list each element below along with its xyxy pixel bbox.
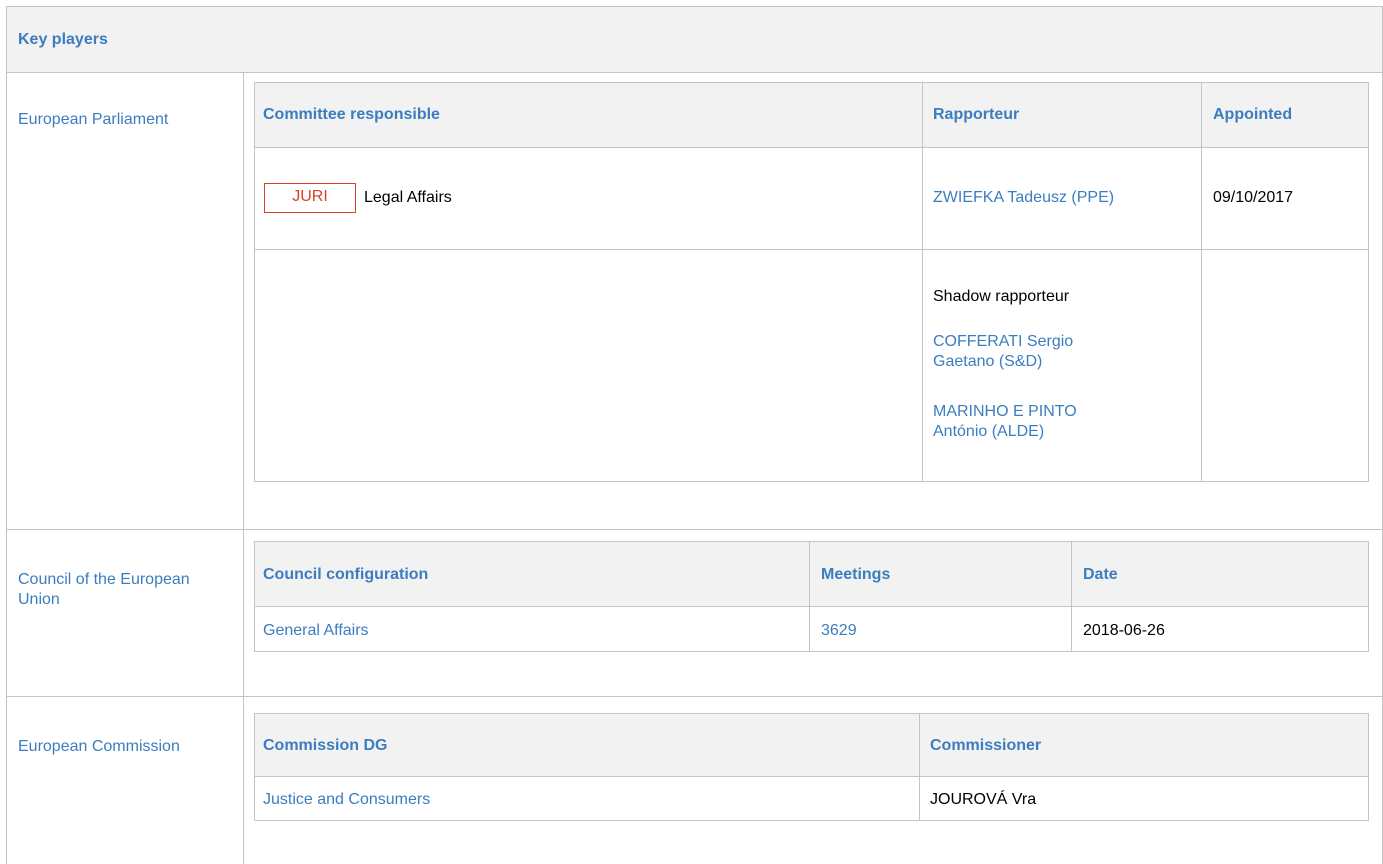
column-header-appointed: Appointed: [1213, 106, 1293, 123]
commission-table-header: [255, 714, 1368, 776]
committee-name: Legal Affairs: [364, 189, 452, 206]
column-header-commissioner: Commissioner: [930, 737, 1042, 754]
column-header-meetings: Meetings: [821, 566, 891, 583]
table-column-divider: [922, 82, 923, 482]
commission-dg-link[interactable]: Justice and Consumers: [263, 791, 430, 809]
key-players-header: [6, 6, 1383, 73]
column-header-dg: Commission DG: [263, 737, 388, 754]
meeting-link[interactable]: 3629: [821, 622, 857, 640]
rapporteur-link[interactable]: ZWIEFKA Tadeusz (PPE): [933, 189, 1114, 207]
table-column-divider: [809, 541, 810, 652]
table-row-divider: [254, 606, 1369, 607]
commissioner-name: JOUROVÁ Vra: [930, 791, 1037, 808]
section-title: Key players: [18, 31, 108, 48]
meeting-date: 2018-06-26: [1083, 622, 1165, 639]
row-divider: [6, 529, 1383, 530]
table-column-divider: [919, 713, 920, 821]
table-column-divider: [1071, 541, 1072, 652]
commission-link[interactable]: European Commission: [18, 738, 180, 756]
column-header-committee: Committee responsible: [263, 106, 440, 123]
appointed-date: 09/10/2017: [1213, 189, 1294, 206]
row-divider: [6, 696, 1383, 697]
shadow-rapporteur-link[interactable]: MARINHO E PINTO António (ALDE): [933, 402, 1133, 442]
table-column-divider: [1201, 82, 1202, 482]
column-header-rapporteur: Rapporteur: [933, 106, 1020, 123]
left-column-divider: [243, 73, 244, 864]
shadow-rapporteur-link[interactable]: COFFERATI Sergio Gaetano (S&D): [933, 332, 1133, 372]
shadow-rapporteur-label: Shadow rapporteur: [933, 288, 1070, 305]
council-configuration-link[interactable]: General Affairs: [263, 622, 369, 640]
column-header-date: Date: [1083, 566, 1118, 583]
column-header-configuration: Council configuration: [263, 566, 429, 583]
table-row-divider: [254, 776, 1369, 777]
council-link[interactable]: Council of the European Union: [18, 570, 198, 610]
parliament-link[interactable]: European Parliament: [18, 111, 168, 129]
committee-badge[interactable]: JURI: [264, 183, 356, 213]
